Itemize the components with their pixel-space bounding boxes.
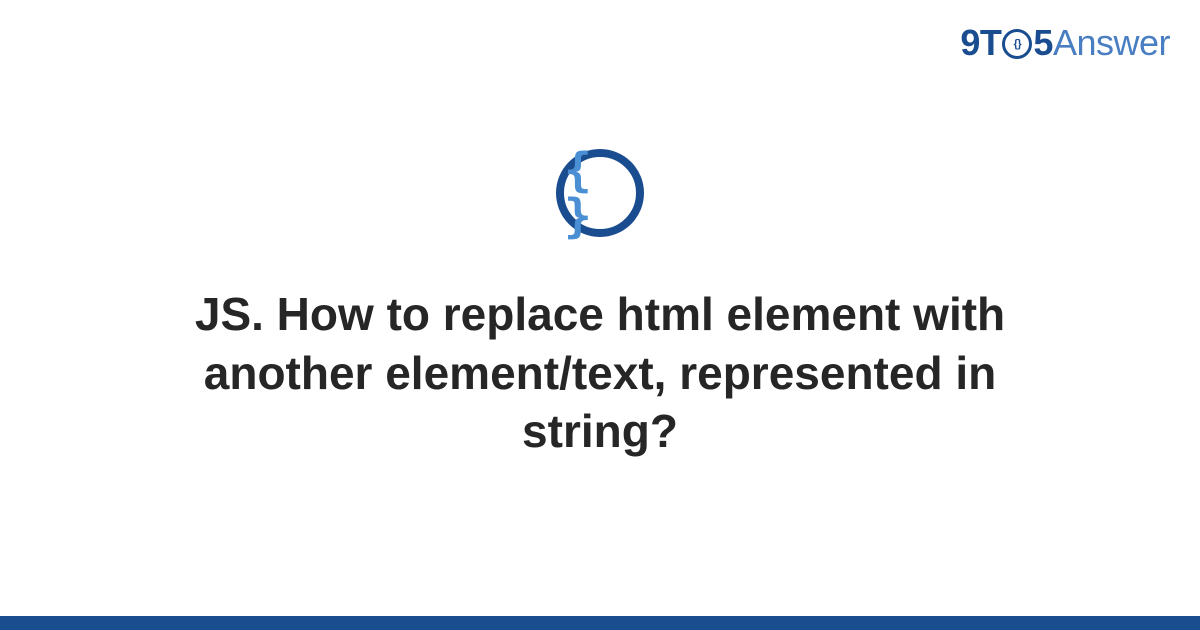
main-content: { } JS. How to replace html element with… <box>0 0 1200 630</box>
question-title: JS. How to replace html element with ano… <box>140 285 1060 462</box>
footer-accent-bar <box>0 616 1200 630</box>
topic-icon-wrap: { } <box>556 149 644 237</box>
topic-icon-circle: { } <box>556 149 644 237</box>
braces-icon: { } <box>564 147 636 239</box>
